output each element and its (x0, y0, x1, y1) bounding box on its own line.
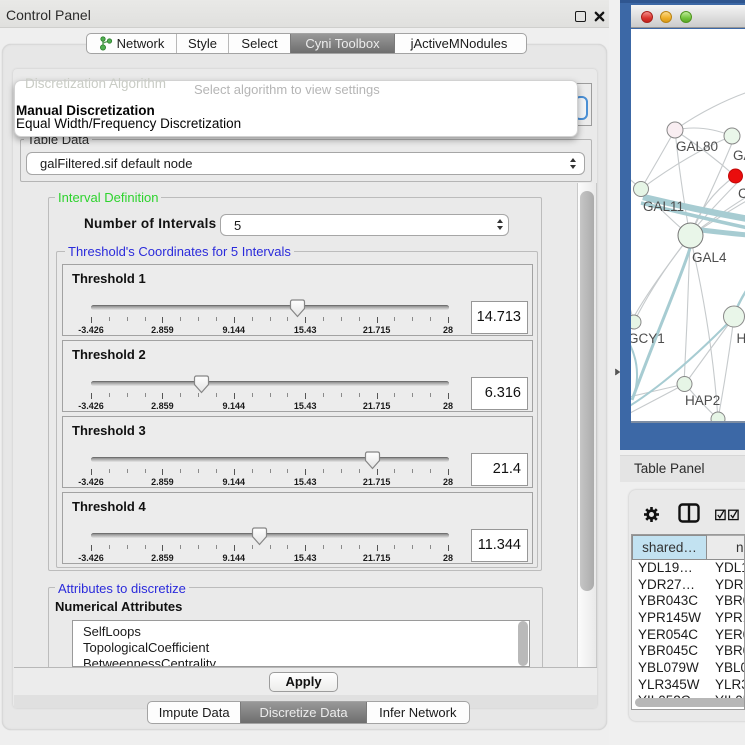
svg-text:GCY1: GCY1 (631, 331, 665, 346)
svg-text:GA: GA (733, 148, 745, 163)
svg-text:C: C (738, 186, 745, 201)
svg-text:HAP2: HAP2 (685, 393, 720, 408)
svg-text:GAL80: GAL80 (676, 139, 718, 154)
svg-text:H: H (737, 331, 745, 346)
svg-text:GAL4: GAL4 (692, 250, 727, 265)
svg-text:GAL11: GAL11 (643, 199, 684, 214)
